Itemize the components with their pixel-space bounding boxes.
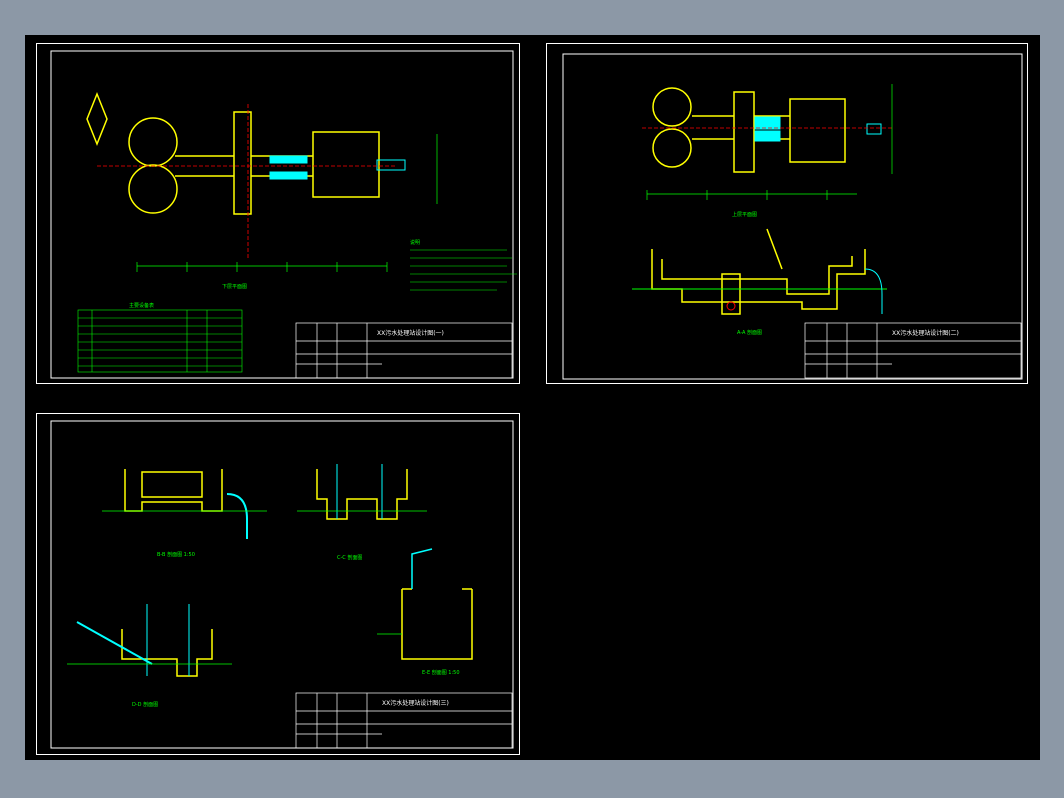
- lower-plan: [86, 91, 380, 215]
- section-a-a-caption: A-A 剖面图: [737, 329, 762, 336]
- section-d-d: [121, 629, 213, 677]
- section-b-b: [124, 469, 223, 512]
- equipment-table: [77, 309, 243, 373]
- drawing-sheet-3[interactable]: B-B 剖面图 1:50 C-C 剖面图 D-D 剖面图 E-E 剖面图 1:5…: [36, 413, 520, 755]
- sheet-2-drawing: 上层平面图 A-A 剖面图 XX污水处理站设计图(二): [562, 53, 1023, 380]
- sheet-1-title: XX污水处理站设计图(一): [377, 329, 444, 337]
- section-b-b-caption: B-B 剖面图 1:50: [157, 551, 195, 558]
- notes-block: 说明: [410, 239, 517, 291]
- sheet-2-title: XX污水处理站设计图(二): [892, 329, 959, 337]
- notes-heading: 说明: [410, 239, 420, 246]
- cad-model-space[interactable]: 下层平面图 说明 主要设备表 XX污水处理站设计图(一) 上层平面图 A-A 剖…: [25, 35, 1040, 760]
- drawing-sheet-1[interactable]: 下层平面图 说明 主要设备表 XX污水处理站设计图(一): [36, 43, 520, 384]
- section-c-c: [316, 469, 408, 520]
- upper-plan: [652, 87, 846, 173]
- equipment-table-heading: 主要设备表: [129, 302, 154, 309]
- lower-plan-caption: 下层平面图: [222, 284, 247, 290]
- sheet-1-drawing: 下层平面图 说明 主要设备表 XX污水处理站设计图(一): [50, 50, 517, 379]
- section-a-a: [651, 228, 866, 315]
- sheet-3-drawing: B-B 剖面图 1:50 C-C 剖面图 D-D 剖面图 E-E 剖面图 1:5…: [50, 420, 514, 749]
- section-c-c-caption: C-C 剖面图: [337, 554, 362, 561]
- upper-plan-caption: 上层平面图: [732, 211, 757, 218]
- section-e-e-caption: E-E 剖面图 1:50: [422, 669, 460, 676]
- section-d-d-caption: D-D 剖面图: [132, 701, 158, 708]
- drawing-sheet-2[interactable]: 上层平面图 A-A 剖面图 XX污水处理站设计图(二): [546, 43, 1028, 384]
- sheet-3-title: XX污水处理站设计图(三): [382, 699, 449, 707]
- section-e-e: [401, 588, 473, 660]
